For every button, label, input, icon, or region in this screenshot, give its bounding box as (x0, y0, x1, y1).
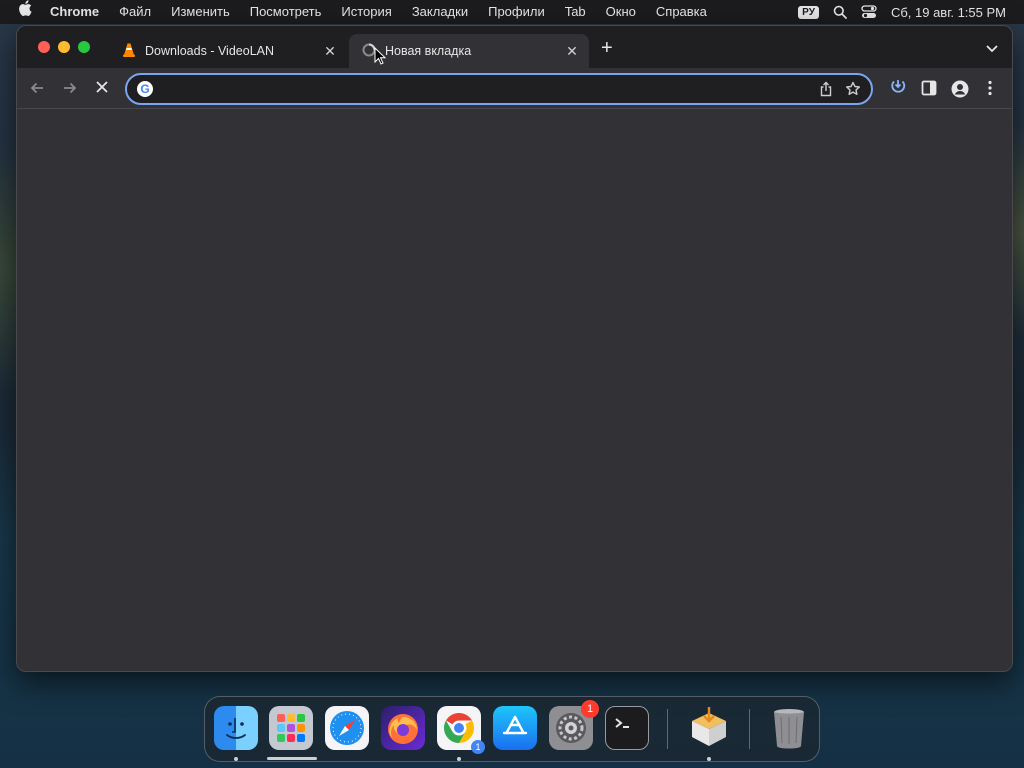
minimize-window-button[interactable] (58, 41, 70, 53)
menu-history[interactable]: История (331, 0, 401, 24)
running-indicator (707, 757, 711, 761)
close-window-button[interactable] (38, 41, 50, 53)
dock-separator (749, 709, 750, 749)
browser-window: Downloads - VideoLAN ✕ Новая вкладка ✕ +… (16, 25, 1013, 672)
dock-launchpad-icon[interactable] (269, 706, 313, 750)
vlc-cone-icon (121, 42, 137, 61)
tab-title: Downloads - VideoLAN (145, 44, 275, 58)
settings-notification-badge: 1 (581, 700, 599, 718)
browser-toolbar: G (17, 68, 1012, 109)
dock-chrome-icon[interactable]: 1 (437, 706, 485, 754)
dock-trash-icon[interactable] (767, 706, 811, 750)
zoom-window-button[interactable] (78, 41, 90, 53)
spotlight-search-icon[interactable] (833, 5, 847, 19)
menu-tab[interactable]: Tab (555, 0, 596, 24)
menu-profiles[interactable]: Профили (478, 0, 555, 24)
tab-search-chevron-down-icon[interactable] (986, 40, 998, 58)
dock-app-store-icon[interactable] (493, 706, 537, 750)
dock-terminal-icon[interactable] (605, 706, 649, 750)
tab-close-icon[interactable]: ✕ (319, 43, 341, 60)
tab-strip: Downloads - VideoLAN ✕ Новая вкладка ✕ + (17, 26, 1012, 68)
forward-arrow-icon[interactable] (62, 80, 78, 96)
running-indicator (234, 757, 238, 761)
tab-title: Новая вкладка (385, 44, 472, 58)
dock: 1 1 (204, 696, 820, 762)
address-input[interactable] (161, 80, 819, 98)
menu-clock[interactable]: Сб, 19 авг. 1:55 PM (891, 5, 1006, 20)
dock-safari-icon[interactable] (325, 706, 369, 750)
profile-avatar-icon[interactable] (951, 80, 969, 98)
stop-loading-icon[interactable] (95, 80, 109, 94)
address-bar[interactable]: G (125, 73, 873, 105)
dock-system-settings-icon[interactable]: 1 (549, 700, 599, 750)
more-menu-icon[interactable] (988, 80, 992, 96)
dock-installer-icon[interactable] (685, 704, 733, 752)
back-arrow-icon[interactable] (29, 80, 45, 96)
menu-help[interactable]: Справка (646, 0, 717, 24)
new-tab-button[interactable]: + (601, 38, 613, 58)
control-center-icon[interactable] (861, 5, 877, 19)
tab-close-icon[interactable]: ✕ (561, 43, 583, 60)
page-content (17, 109, 1012, 671)
extension-icon[interactable] (890, 78, 908, 96)
dock-firefox-icon[interactable] (381, 706, 425, 750)
menu-view[interactable]: Посмотреть (240, 0, 332, 24)
chrome-download-badge: 1 (471, 740, 485, 754)
input-source-indicator[interactable]: РУ (798, 5, 819, 19)
apple-menu-icon[interactable] (0, 0, 42, 24)
dock-finder-icon[interactable] (214, 706, 258, 750)
google-g-icon: G (137, 81, 153, 97)
menu-bar: Chrome Файл Изменить Посмотреть История … (0, 0, 1024, 24)
side-panel-icon[interactable] (921, 80, 937, 96)
menu-extras: РУ Сб, 19 авг. 1:55 PM (798, 5, 1024, 20)
menu-edit[interactable]: Изменить (161, 0, 240, 24)
running-indicator (457, 757, 461, 761)
dock-separator (667, 709, 668, 749)
menu-bookmarks[interactable]: Закладки (402, 0, 478, 24)
menu-window[interactable]: Окно (596, 0, 646, 24)
menu-app-name[interactable]: Chrome (42, 0, 109, 24)
menu-file[interactable]: Файл (109, 0, 161, 24)
tab-downloads-videolan[interactable]: Downloads - VideoLAN ✕ (109, 34, 347, 68)
mouse-cursor-icon (374, 46, 387, 70)
running-indicator (267, 757, 317, 760)
bookmark-star-icon[interactable] (845, 81, 861, 97)
share-icon[interactable] (819, 81, 833, 97)
